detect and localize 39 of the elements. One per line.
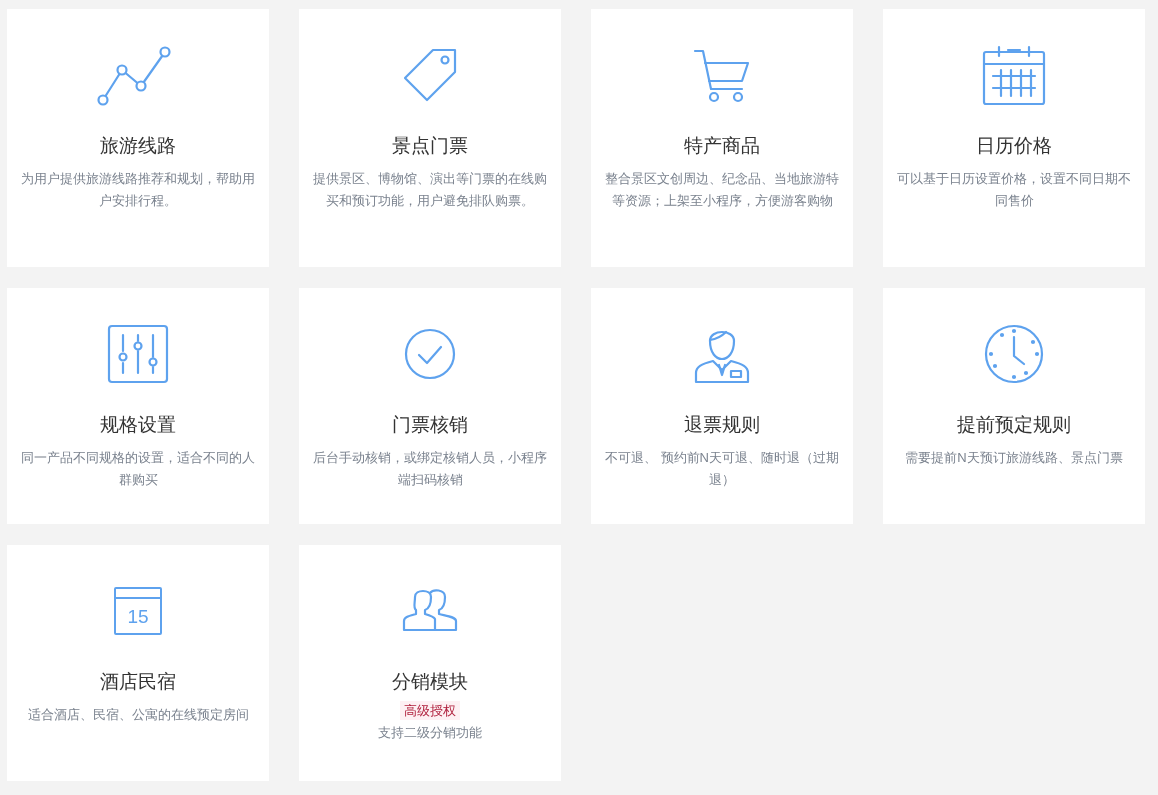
feature-card[interactable]: 旅游线路 为用户提供旅游线路推荐和规划，帮助用户安排行程。 — [7, 9, 269, 267]
feature-description: 可以基于日历设置价格，设置不同日期不同售价 — [897, 170, 1131, 210]
feature-title: 门票核销 — [392, 413, 468, 437]
calendar-icon — [981, 44, 1047, 106]
clock-icon — [983, 323, 1045, 385]
feature-card[interactable]: 分销模块 高级授权 支持二级分销功能 — [299, 545, 561, 781]
feature-description: 整合景区文创周边、纪念品、当地旅游特等资源；上架至小程序，方便游客购物 — [605, 170, 839, 210]
feature-card[interactable]: 门票核销 后台手动核销，或绑定核销人员，小程序端扫码核销 — [299, 288, 561, 524]
feature-card[interactable]: 景点门票 提供景区、博物馆、演出等门票的在线购买和预订功能，用户避免排队购票。 — [299, 9, 561, 267]
sliders-icon — [106, 323, 170, 385]
feature-title: 酒店民宿 — [100, 670, 176, 694]
feature-card[interactable]: 日历价格 可以基于日历设置价格，设置不同日期不同售价 — [883, 9, 1145, 267]
premium-badge: 高级授权 — [400, 701, 460, 720]
feature-card[interactable]: 规格设置 同一产品不同规格的设置，适合不同的人群购买 — [7, 288, 269, 524]
feature-description: 不可退、 预约前N天可退、随时退（过期退） — [605, 449, 839, 489]
feature-description: 适合酒店、民宿、公寓的在线预定房间 — [27, 706, 249, 724]
shopping-cart-icon — [692, 47, 752, 103]
feature-description: 同一产品不同规格的设置，适合不同的人群购买 — [21, 449, 255, 489]
feature-card[interactable]: 退票规则 不可退、 预约前N天可退、随时退（过期退） — [591, 288, 853, 524]
tag-icon — [401, 46, 459, 104]
feature-card[interactable]: 15 酒店民宿 适合酒店、民宿、公寓的在线预定房间 — [7, 545, 269, 781]
feature-description: 后台手动核销，或绑定核销人员，小程序端扫码核销 — [313, 449, 547, 489]
feature-title: 分销模块 — [392, 670, 468, 694]
feature-description: 支持二级分销功能 — [378, 724, 482, 742]
feature-title: 日历价格 — [976, 134, 1052, 158]
feature-card[interactable]: 特产商品 整合景区文创周边、纪念品、当地旅游特等资源；上架至小程序，方便游客购物 — [591, 9, 853, 267]
people-icon — [401, 589, 459, 633]
feature-title: 规格设置 — [100, 413, 176, 437]
feature-title: 景点门票 — [392, 134, 468, 158]
feature-card[interactable]: 提前预定规则 需要提前N天预订旅游线路、景点门票 — [883, 288, 1145, 524]
calendar-date-icon: 15 — [114, 587, 162, 635]
feature-description: 为用户提供旅游线路推荐和规划，帮助用户安排行程。 — [21, 170, 255, 210]
feature-title: 退票规则 — [684, 413, 760, 437]
feature-title: 特产商品 — [684, 134, 760, 158]
feature-description: 提供景区、博物馆、演出等门票的在线购买和预订功能，用户避免排队购票。 — [313, 170, 547, 210]
feature-description: 需要提前N天预订旅游线路、景点门票 — [905, 449, 1123, 467]
check-circle-icon — [403, 327, 457, 381]
feature-title: 旅游线路 — [100, 134, 176, 158]
feature-title: 提前预定规则 — [957, 413, 1071, 437]
